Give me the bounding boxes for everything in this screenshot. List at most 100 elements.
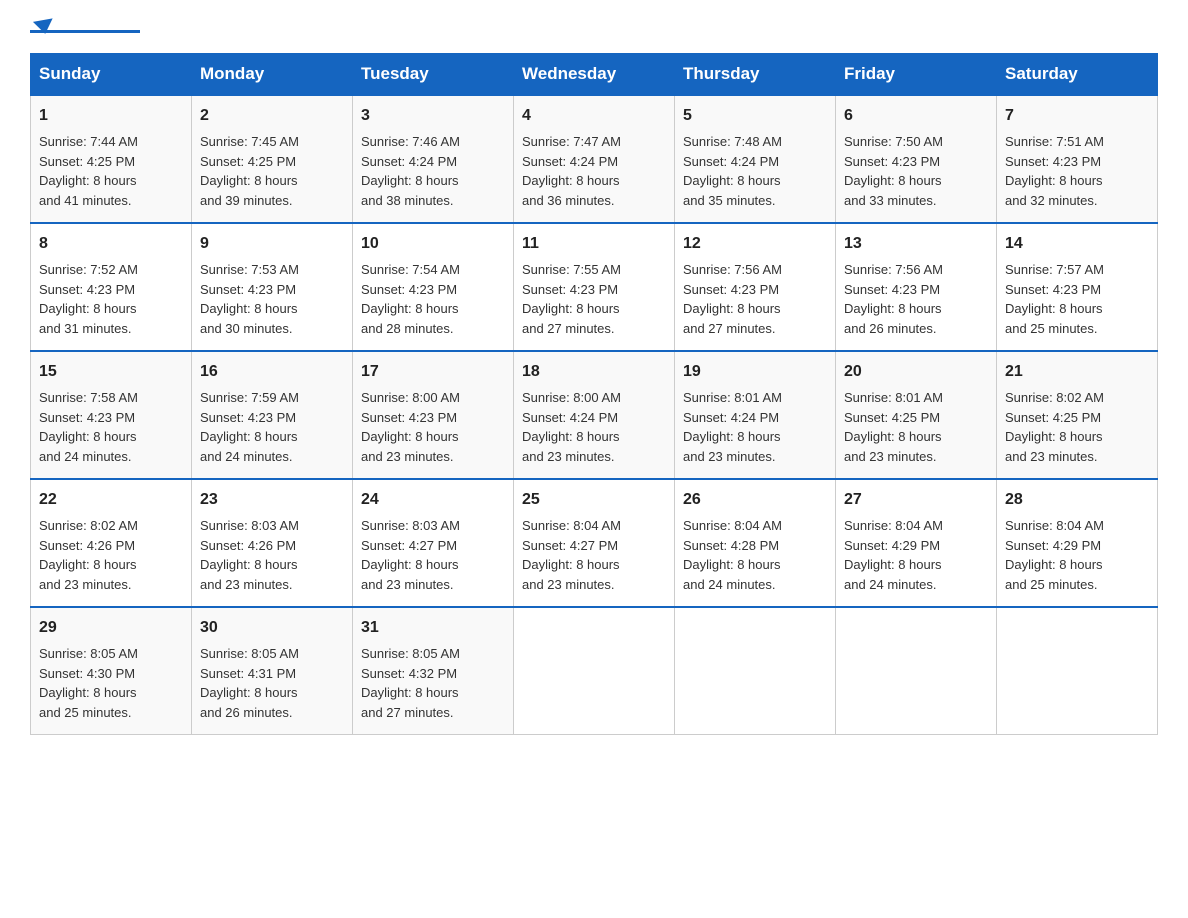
calendar-cell: 23 Sunrise: 8:03 AMSunset: 4:26 PMDayligh…	[192, 479, 353, 607]
day-number: 14	[1005, 232, 1149, 256]
week-row-2: 8 Sunrise: 7:52 AMSunset: 4:23 PMDaylight…	[31, 223, 1158, 351]
calendar-cell	[836, 607, 997, 735]
day-info: Sunrise: 7:51 AMSunset: 4:23 PMDaylight:…	[1005, 132, 1149, 210]
calendar-cell: 11 Sunrise: 7:55 AMSunset: 4:23 PMDayligh…	[514, 223, 675, 351]
day-info: Sunrise: 7:53 AMSunset: 4:23 PMDaylight:…	[200, 260, 344, 338]
header-wednesday: Wednesday	[514, 54, 675, 96]
calendar-cell: 16 Sunrise: 7:59 AMSunset: 4:23 PMDayligh…	[192, 351, 353, 479]
header-friday: Friday	[836, 54, 997, 96]
calendar-cell	[997, 607, 1158, 735]
day-info: Sunrise: 8:05 AMSunset: 4:31 PMDaylight:…	[200, 644, 344, 722]
calendar-cell: 4 Sunrise: 7:47 AMSunset: 4:24 PMDaylight…	[514, 95, 675, 223]
day-number: 9	[200, 232, 344, 256]
day-number: 24	[361, 488, 505, 512]
day-info: Sunrise: 8:04 AMSunset: 4:29 PMDaylight:…	[1005, 516, 1149, 594]
day-number: 17	[361, 360, 505, 384]
day-number: 7	[1005, 104, 1149, 128]
day-number: 27	[844, 488, 988, 512]
week-row-1: 1 Sunrise: 7:44 AMSunset: 4:25 PMDaylight…	[31, 95, 1158, 223]
day-number: 19	[683, 360, 827, 384]
day-number: 22	[39, 488, 183, 512]
day-info: Sunrise: 7:45 AMSunset: 4:25 PMDaylight:…	[200, 132, 344, 210]
week-row-5: 29 Sunrise: 8:05 AMSunset: 4:30 PMDayligh…	[31, 607, 1158, 735]
day-number: 10	[361, 232, 505, 256]
day-info: Sunrise: 8:04 AMSunset: 4:28 PMDaylight:…	[683, 516, 827, 594]
day-number: 31	[361, 616, 505, 640]
calendar-cell: 24 Sunrise: 8:03 AMSunset: 4:27 PMDayligh…	[353, 479, 514, 607]
calendar-cell: 25 Sunrise: 8:04 AMSunset: 4:27 PMDayligh…	[514, 479, 675, 607]
day-number: 3	[361, 104, 505, 128]
day-info: Sunrise: 7:46 AMSunset: 4:24 PMDaylight:…	[361, 132, 505, 210]
logo	[30, 20, 140, 33]
calendar-cell	[675, 607, 836, 735]
calendar-cell: 15Sunrise: 7:58 AMSunset: 4:23 PMDayligh…	[31, 351, 192, 479]
day-number: 25	[522, 488, 666, 512]
calendar-cell: 28Sunrise: 8:04 AMSunset: 4:29 PMDayligh…	[997, 479, 1158, 607]
day-info: Sunrise: 7:44 AMSunset: 4:25 PMDaylight:…	[39, 132, 183, 210]
day-number: 8	[39, 232, 183, 256]
day-number: 20	[844, 360, 988, 384]
calendar-cell: 10 Sunrise: 7:54 AMSunset: 4:23 PMDayligh…	[353, 223, 514, 351]
day-info: Sunrise: 8:02 AMSunset: 4:25 PMDaylight:…	[1005, 388, 1149, 466]
day-number: 30	[200, 616, 344, 640]
day-number: 13	[844, 232, 988, 256]
day-info: Sunrise: 7:56 AMSunset: 4:23 PMDaylight:…	[844, 260, 988, 338]
calendar-cell: 7 Sunrise: 7:51 AMSunset: 4:23 PMDaylight…	[997, 95, 1158, 223]
day-info: Sunrise: 7:55 AMSunset: 4:23 PMDaylight:…	[522, 260, 666, 338]
week-row-3: 15Sunrise: 7:58 AMSunset: 4:23 PMDayligh…	[31, 351, 1158, 479]
calendar-cell: 12 Sunrise: 7:56 AMSunset: 4:23 PMDayligh…	[675, 223, 836, 351]
day-info: Sunrise: 7:59 AMSunset: 4:23 PMDaylight:…	[200, 388, 344, 466]
day-number: 4	[522, 104, 666, 128]
calendar-cell: 2 Sunrise: 7:45 AMSunset: 4:25 PMDaylight…	[192, 95, 353, 223]
day-number: 2	[200, 104, 344, 128]
header-monday: Monday	[192, 54, 353, 96]
day-info: Sunrise: 8:00 AMSunset: 4:24 PMDaylight:…	[522, 388, 666, 466]
day-info: Sunrise: 7:52 AMSunset: 4:23 PMDaylight:…	[39, 260, 183, 338]
day-number: 26	[683, 488, 827, 512]
day-info: Sunrise: 8:03 AMSunset: 4:26 PMDaylight:…	[200, 516, 344, 594]
week-row-4: 22Sunrise: 8:02 AMSunset: 4:26 PMDayligh…	[31, 479, 1158, 607]
day-info: Sunrise: 8:05 AMSunset: 4:30 PMDaylight:…	[39, 644, 183, 722]
day-number: 11	[522, 232, 666, 256]
day-info: Sunrise: 7:57 AMSunset: 4:23 PMDaylight:…	[1005, 260, 1149, 338]
day-info: Sunrise: 7:54 AMSunset: 4:23 PMDaylight:…	[361, 260, 505, 338]
day-number: 1	[39, 104, 183, 128]
calendar-cell: 19Sunrise: 8:01 AMSunset: 4:24 PMDayligh…	[675, 351, 836, 479]
day-info: Sunrise: 7:47 AMSunset: 4:24 PMDaylight:…	[522, 132, 666, 210]
day-number: 18	[522, 360, 666, 384]
calendar-cell: 20Sunrise: 8:01 AMSunset: 4:25 PMDayligh…	[836, 351, 997, 479]
day-info: Sunrise: 7:48 AMSunset: 4:24 PMDaylight:…	[683, 132, 827, 210]
calendar-cell: 9 Sunrise: 7:53 AMSunset: 4:23 PMDaylight…	[192, 223, 353, 351]
day-number: 21	[1005, 360, 1149, 384]
day-number: 23	[200, 488, 344, 512]
calendar-cell: 21 Sunrise: 8:02 AMSunset: 4:25 PMDayligh…	[997, 351, 1158, 479]
logo-triangle-icon	[33, 18, 55, 35]
header-thursday: Thursday	[675, 54, 836, 96]
calendar-cell: 29 Sunrise: 8:05 AMSunset: 4:30 PMDayligh…	[31, 607, 192, 735]
calendar-cell: 17 Sunrise: 8:00 AMSunset: 4:23 PMDayligh…	[353, 351, 514, 479]
calendar-cell: 14 Sunrise: 7:57 AMSunset: 4:23 PMDayligh…	[997, 223, 1158, 351]
day-number: 29	[39, 616, 183, 640]
day-info: Sunrise: 8:05 AMSunset: 4:32 PMDaylight:…	[361, 644, 505, 722]
calendar-cell: 5 Sunrise: 7:48 AMSunset: 4:24 PMDaylight…	[675, 95, 836, 223]
calendar-cell: 13 Sunrise: 7:56 AMSunset: 4:23 PMDayligh…	[836, 223, 997, 351]
day-info: Sunrise: 8:00 AMSunset: 4:23 PMDaylight:…	[361, 388, 505, 466]
calendar-cell: 3 Sunrise: 7:46 AMSunset: 4:24 PMDaylight…	[353, 95, 514, 223]
day-number: 5	[683, 104, 827, 128]
day-info: Sunrise: 8:03 AMSunset: 4:27 PMDaylight:…	[361, 516, 505, 594]
calendar-header-row: SundayMondayTuesdayWednesdayThursdayFrid…	[31, 54, 1158, 96]
header-tuesday: Tuesday	[353, 54, 514, 96]
calendar-cell: 6Sunrise: 7:50 AMSunset: 4:23 PMDaylight…	[836, 95, 997, 223]
calendar-cell: 8 Sunrise: 7:52 AMSunset: 4:23 PMDaylight…	[31, 223, 192, 351]
calendar-cell: 31 Sunrise: 8:05 AMSunset: 4:32 PMDayligh…	[353, 607, 514, 735]
calendar-cell: 26 Sunrise: 8:04 AMSunset: 4:28 PMDayligh…	[675, 479, 836, 607]
day-info: Sunrise: 7:56 AMSunset: 4:23 PMDaylight:…	[683, 260, 827, 338]
calendar-cell: 27Sunrise: 8:04 AMSunset: 4:29 PMDayligh…	[836, 479, 997, 607]
day-info: Sunrise: 7:50 AMSunset: 4:23 PMDaylight:…	[844, 132, 988, 210]
day-number: 12	[683, 232, 827, 256]
day-info: Sunrise: 8:04 AMSunset: 4:27 PMDaylight:…	[522, 516, 666, 594]
calendar-cell: 1 Sunrise: 7:44 AMSunset: 4:25 PMDaylight…	[31, 95, 192, 223]
calendar-cell: 30 Sunrise: 8:05 AMSunset: 4:31 PMDayligh…	[192, 607, 353, 735]
day-number: 16	[200, 360, 344, 384]
day-info: Sunrise: 7:58 AMSunset: 4:23 PMDaylight:…	[39, 388, 183, 466]
